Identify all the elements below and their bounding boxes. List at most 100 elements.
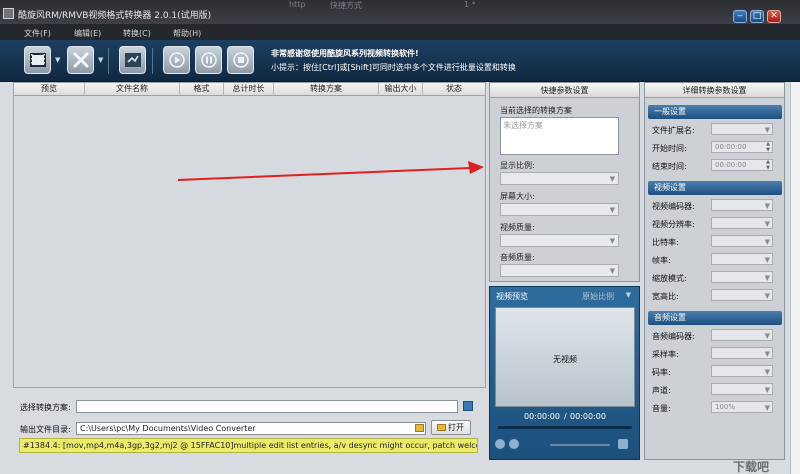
close-icon: ✕ xyxy=(770,11,778,21)
toolbar-divider xyxy=(108,48,109,74)
stop-button[interactable] xyxy=(227,46,254,74)
audio-codec-label: 音频编码器: xyxy=(652,332,695,341)
chevron-down-icon: ▼ xyxy=(764,292,770,300)
sample-rate-label: 采样率: xyxy=(652,350,679,359)
video-codec-select[interactable]: ▼ xyxy=(711,199,773,211)
play-icon xyxy=(168,52,185,68)
title-bar: 酷旋风RM/RMVB视频格式转换器 2.0.1(试用版) http 快捷方式 1… xyxy=(0,0,800,24)
scale-mode-label: 缩放模式: xyxy=(652,274,687,283)
scale-mode-select[interactable]: ▼ xyxy=(711,271,773,283)
stop-icon xyxy=(232,52,249,68)
chevron-down-icon: ▼ xyxy=(764,274,770,282)
background-text: 1 * xyxy=(464,0,476,9)
preview-ratio-select[interactable]: 原始比例 xyxy=(582,291,614,302)
convert-icon xyxy=(124,53,141,67)
menu-file[interactable]: 文件(F) xyxy=(24,28,51,39)
video-settings-title: 视频设置 xyxy=(648,181,782,195)
spinner-icon[interactable]: ▲ ▼ xyxy=(766,141,770,153)
play-icon[interactable] xyxy=(495,439,505,449)
end-time-value: 00:00:00 xyxy=(715,161,747,169)
output-path-field[interactable]: C:\Users\pc\My Documents\Video Converter xyxy=(76,422,426,435)
preview-screen: 无视频 xyxy=(495,307,635,407)
chevron-down-icon[interactable]: ▼ xyxy=(55,56,60,64)
seek-slider[interactable] xyxy=(498,426,632,429)
menu-help[interactable]: 帮助(H) xyxy=(173,28,201,39)
quick-settings-title: 快捷参数设置 xyxy=(490,83,639,98)
sample-rate-select[interactable]: ▼ xyxy=(711,347,773,359)
chevron-down-icon: ▼ xyxy=(764,126,770,134)
menu-convert[interactable]: 转换(C) xyxy=(123,28,151,39)
video-bitrate-label: 比特率: xyxy=(652,238,679,247)
play-button[interactable] xyxy=(163,46,190,74)
remove-button[interactable] xyxy=(67,46,94,74)
file-list[interactable]: 预览 文件名称 格式 总计时长 转换方案 输出大小 状态 xyxy=(13,82,486,388)
background-text: 快捷方式 xyxy=(330,1,362,10)
chevron-down-icon: ▼ xyxy=(764,350,770,358)
chevron-down-icon[interactable]: ▼ xyxy=(98,56,103,64)
scheme-label: 选择转换方案: xyxy=(20,403,71,412)
remove-icon xyxy=(73,52,88,68)
no-video-text: 无视频 xyxy=(553,355,577,364)
scheme-select[interactable] xyxy=(76,400,458,413)
convert-button[interactable] xyxy=(119,46,146,74)
close-button[interactable]: ✕ xyxy=(767,10,781,23)
desktop-background xyxy=(790,82,800,474)
end-time-label: 结束时间: xyxy=(652,162,687,171)
channels-select[interactable]: ▼ xyxy=(711,383,773,395)
audio-quality-select[interactable]: ▼ xyxy=(500,264,619,277)
minimize-button[interactable]: ‒ xyxy=(733,10,747,23)
detail-settings-panel: 详细转换参数设置 一般设置 文件扩展名: ▼ 开始时间: 00:00:00 ▲ ▼ … xyxy=(644,82,785,460)
end-time-input[interactable]: 00:00:00 ▲ ▼ xyxy=(711,159,773,171)
chevron-down-icon: ▼ xyxy=(764,386,770,394)
open-button-label: 打开 xyxy=(448,423,464,432)
chevron-down-icon: ▼ xyxy=(764,220,770,228)
background-text: http xyxy=(289,0,306,9)
volume-slider[interactable] xyxy=(550,444,610,446)
stop-icon[interactable] xyxy=(509,439,519,449)
detail-settings-title: 详细转换参数设置 xyxy=(645,83,784,98)
video-quality-label: 视频质量: xyxy=(500,223,535,232)
column-format[interactable]: 格式 xyxy=(180,83,224,96)
framerate-select[interactable]: ▼ xyxy=(711,253,773,265)
preview-title: 视频预览 xyxy=(496,292,528,301)
menu-edit[interactable]: 编辑(E) xyxy=(74,28,101,39)
start-time-input[interactable]: 00:00:00 ▲ ▼ xyxy=(711,141,773,153)
chevron-down-icon: ▼ xyxy=(764,202,770,210)
column-filename[interactable]: 文件名称 xyxy=(85,83,180,96)
column-output-size[interactable]: 输出大小 xyxy=(379,83,423,96)
ratio-label: 显示比例: xyxy=(500,161,535,170)
spinner-icon[interactable]: ▲ ▼ xyxy=(766,159,770,171)
column-scheme[interactable]: 转换方案 xyxy=(274,83,379,96)
audio-bitrate-select[interactable]: ▼ xyxy=(711,365,773,377)
ratio-select[interactable]: ▼ xyxy=(500,172,619,185)
maximize-button[interactable]: □ xyxy=(750,10,764,23)
chevron-down-icon: ▼ xyxy=(764,238,770,246)
volume-select[interactable]: 100% ▼ xyxy=(711,401,773,413)
folder-icon[interactable] xyxy=(415,424,424,432)
chevron-down-icon: ▼ xyxy=(609,206,615,214)
aspect-ratio-select[interactable]: ▼ xyxy=(711,289,773,301)
video-resolution-select[interactable]: ▼ xyxy=(711,217,773,229)
video-quality-select[interactable]: ▼ xyxy=(500,234,619,247)
start-time-label: 开始时间: xyxy=(652,144,687,153)
window-title: 酷旋风RM/RMVB视频格式转换器 2.0.1(试用版) xyxy=(18,11,212,21)
column-duration[interactable]: 总计时长 xyxy=(224,83,274,96)
snapshot-icon[interactable] xyxy=(618,439,628,449)
audio-codec-select[interactable]: ▼ xyxy=(711,329,773,341)
chevron-down-icon: ▼ xyxy=(764,256,770,264)
open-button[interactable]: 打开 xyxy=(431,420,471,435)
video-bitrate-select[interactable]: ▼ xyxy=(711,235,773,247)
output-label: 输出文件目录: xyxy=(20,425,71,434)
screen-size-select[interactable]: ▼ xyxy=(500,203,619,216)
start-time-value: 00:00:00 xyxy=(715,143,747,151)
watermark: 下载吧 xyxy=(733,460,770,474)
pause-button[interactable] xyxy=(195,46,222,74)
minimize-icon: ‒ xyxy=(737,11,743,21)
extension-select[interactable]: ▼ xyxy=(711,123,773,135)
save-icon[interactable] xyxy=(463,401,473,411)
add-video-button[interactable] xyxy=(24,46,51,74)
column-status[interactable]: 状态 xyxy=(423,83,485,96)
column-preview[interactable]: 预览 xyxy=(14,83,85,96)
chevron-down-icon[interactable]: ▼ xyxy=(626,291,631,299)
scheme-current-box[interactable]: 未选择方案 xyxy=(500,117,619,155)
